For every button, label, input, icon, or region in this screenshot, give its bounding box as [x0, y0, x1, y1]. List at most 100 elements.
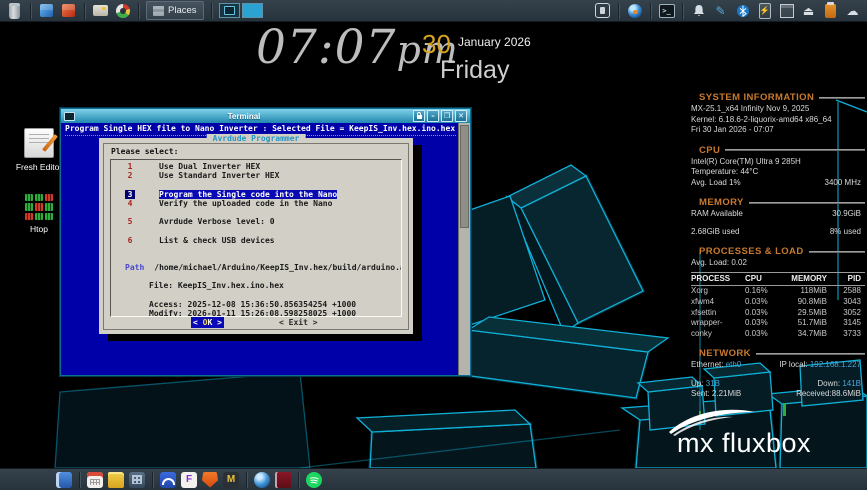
gmail-icon[interactable]: M [223, 472, 239, 488]
journal-icon[interactable] [275, 472, 291, 488]
conky-cpu-section: CPU Intel(R) Core(TM) Ultra 9 285H Tempe… [691, 145, 865, 189]
file-line: File: KeepIS_Inv.hex.ino.hex [149, 281, 401, 290]
battery-icon[interactable]: ⚡ [756, 2, 773, 19]
process-row: xfsettin0.03%29.5MiB3052 [691, 308, 865, 319]
calculator-icon[interactable] [129, 472, 145, 488]
menu-item-4[interactable]: 4Verify the uploaded code in the Nano [111, 199, 401, 208]
bluetooth-icon[interactable] [734, 2, 751, 19]
process-row: conky0.03%34.7MiB3733 [691, 329, 865, 340]
menu-item-2[interactable]: 2Use Standard Inverter HEX [111, 171, 401, 180]
shade-button[interactable] [413, 110, 425, 122]
folder-icon[interactable] [108, 472, 124, 488]
dialog-buttons: < OK > < Exit > [99, 317, 413, 328]
bell-icon[interactable] [690, 2, 707, 19]
scrollbar-thumb[interactable] [460, 125, 469, 228]
cloud-icon[interactable]: ☁ [844, 2, 861, 19]
flameshot-icon[interactable]: F [181, 472, 197, 488]
workspace-1[interactable] [219, 3, 240, 18]
conky-monitor: SYSTEM INFORMATION MX-25.1_x64 Infinity … [691, 92, 865, 425]
ram-label: RAM Available [691, 209, 743, 220]
ram-used-pct: 8% used [830, 227, 861, 238]
terminal-tray-icon[interactable]: >_ [658, 2, 675, 19]
cpu-load: Avg. Load 1% [691, 178, 741, 189]
system-info-title: SYSTEM INFORMATION [699, 92, 814, 103]
ip-line: IP local: 192.168.1.227 [779, 360, 861, 371]
exit-button[interactable]: < Exit > [277, 317, 320, 328]
bottom-taskbar: F M [0, 468, 867, 490]
maximize-button[interactable]: ❒ [441, 110, 453, 122]
tray-window-icon[interactable] [594, 2, 611, 19]
conky-memory-section: MEMORY RAM Available 30.9GiB 2.68GiB used… [691, 197, 865, 237]
memory-title: MEMORY [699, 197, 744, 208]
mx-fluxbox-logo: mx fluxbox [663, 408, 863, 460]
process-row: wrapper-0.03%51.7MiB3145 [691, 318, 865, 329]
web-browser-icon[interactable] [254, 472, 270, 488]
desktop-clock: 07:07pm 30 January 2026 Friday [256, 22, 586, 100]
trash-icon[interactable] [6, 2, 23, 19]
notes-icon[interactable] [56, 472, 72, 488]
separator [152, 472, 153, 488]
workspace-2[interactable] [242, 3, 263, 18]
window-title: Terminal [78, 112, 410, 121]
process-row: Xorg0.16%118MiB2588 [691, 286, 865, 297]
separator [138, 3, 139, 19]
ok-button[interactable]: < OK > [191, 317, 224, 328]
avg-load: Avg. Load: 0.02 [691, 258, 865, 269]
terminal-window: Terminal – ❒ ✕ Program Single HEX file t… [60, 108, 471, 376]
cpu-temperature: Temperature: 44°C [691, 167, 865, 178]
window-icon [64, 112, 75, 121]
spotify-icon[interactable] [306, 472, 322, 488]
process-table: PROCESS CPU MEMORY PID Xorg0.16%118MiB25… [691, 272, 865, 339]
close-button[interactable]: ✕ [455, 110, 467, 122]
menu-item-3[interactable]: 3Program the Single code into the Nano [111, 190, 401, 199]
cpu-model: Intel(R) Core(TM) Ultra 9 285H [691, 157, 865, 168]
menu-item-5[interactable]: 5Avrdude Verbose level: 0 [111, 217, 401, 226]
cpu-title: CPU [699, 145, 720, 156]
conky-system-section: SYSTEM INFORMATION MX-25.1_x64 Infinity … [691, 92, 865, 136]
sent-line: Sent: 2.21MiB [691, 389, 741, 400]
avrdude-dialog: Avrdude Programmer Please select: 1Use D… [99, 138, 413, 334]
menu-item-6[interactable]: 6List & check USB devices [111, 236, 401, 245]
editor-icon [24, 128, 54, 158]
eject-icon[interactable]: ⏏ [800, 2, 817, 19]
minimize-button[interactable]: – [427, 110, 439, 122]
ram-used: 2.68GiB used [691, 227, 739, 238]
terminal-scrollbar[interactable] [458, 123, 470, 375]
ram-value: 30.9GiB [832, 209, 861, 220]
window-indicator-icon [224, 6, 235, 15]
blue-cube-icon[interactable] [38, 2, 55, 19]
drawer-icon [153, 6, 164, 16]
window-titlebar[interactable]: Terminal – ❒ ✕ [61, 109, 470, 123]
dialog-prompt: Please select: [111, 147, 178, 156]
os-version: MX-25.1_x64 Infinity Nov 9, 2025 [691, 104, 865, 115]
clock-month-year: January 2026 [458, 35, 531, 49]
conky-network-section: NETWORK Ethernet: eth0 IP local: 192.168… [691, 348, 865, 416]
separator [682, 3, 683, 19]
drive-icon[interactable] [92, 2, 109, 19]
conky-processes-section: PROCESSES & LOAD Avg. Load: 0.02 PROCESS… [691, 246, 865, 339]
pen-icon[interactable]: ✎ [712, 2, 729, 19]
separator [84, 3, 85, 19]
calendar-icon[interactable] [87, 472, 103, 488]
clipboard-icon[interactable] [822, 2, 839, 19]
top-taskbar: Places >_ ✎ ⚡ ⏏ ☁ [0, 0, 867, 22]
brave-icon[interactable] [202, 472, 218, 488]
dialog-menu-list: 1Use Dual Inverter HEX2Use Standard Inve… [110, 159, 402, 317]
arc-browser-icon[interactable] [160, 472, 176, 488]
separator [298, 472, 299, 488]
globe-orb-icon[interactable] [626, 2, 643, 19]
svg-text:mx fluxbox: mx fluxbox [677, 428, 811, 458]
separator [211, 3, 212, 19]
system-date: Fri 30 Jan 2026 - 07:07 [691, 125, 865, 136]
ethernet-line: Ethernet: eth0 [691, 360, 741, 371]
process-row: xfwm40.03%90.8MiB3043 [691, 297, 865, 308]
places-button[interactable]: Places [146, 1, 204, 20]
network-title: NETWORK [699, 348, 751, 359]
access-line: Access: 2025-12-08 15:36:50.856354254 +1… [149, 300, 401, 309]
package-box-icon[interactable] [778, 2, 795, 19]
cpu-frequency: 3400 MHz [825, 178, 861, 189]
red-cube-icon[interactable] [60, 2, 77, 19]
dialog-title: Avrdude Programmer [207, 134, 306, 143]
menu-item-1[interactable]: 1Use Dual Inverter HEX [111, 162, 401, 171]
gauge-icon[interactable] [114, 2, 131, 19]
